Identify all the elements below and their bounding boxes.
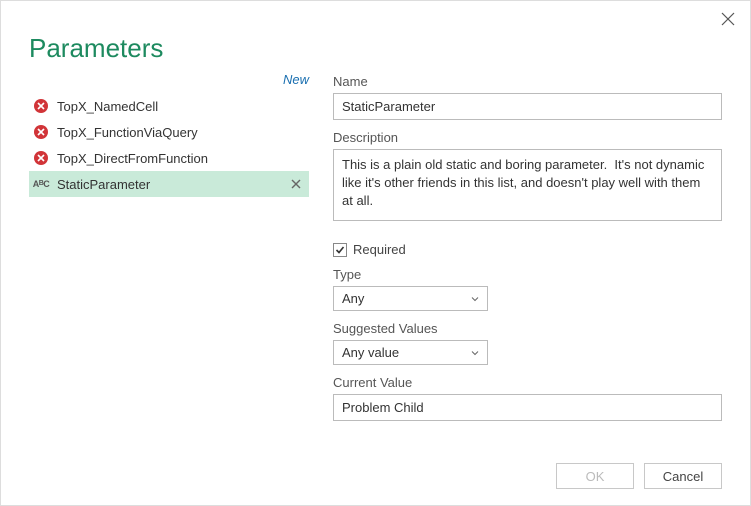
parameters-dialog: Parameters New TopX_NamedCell TopX_Funct… — [0, 0, 751, 506]
dialog-title: Parameters — [29, 33, 722, 64]
type-dropdown[interactable]: Any — [333, 286, 488, 311]
description-input[interactable] — [333, 149, 722, 221]
list-item[interactable]: TopX_NamedCell — [29, 93, 309, 119]
parameter-label: StaticParameter — [57, 177, 281, 192]
dialog-footer: OK Cancel — [556, 463, 722, 489]
parameter-list-panel: New TopX_NamedCell TopX_FunctionViaQuery — [29, 72, 309, 421]
suggested-values-label: Suggested Values — [333, 321, 722, 336]
close-icon[interactable] — [720, 11, 736, 30]
new-parameter-link[interactable]: New — [29, 72, 309, 87]
delete-icon[interactable] — [289, 177, 303, 191]
list-item[interactable]: TopX_DirectFromFunction — [29, 145, 309, 171]
list-item[interactable]: ABC StaticParameter — [29, 171, 309, 197]
parameter-list: TopX_NamedCell TopX_FunctionViaQuery Top… — [29, 93, 309, 197]
list-item[interactable]: TopX_FunctionViaQuery — [29, 119, 309, 145]
current-value-label: Current Value — [333, 375, 722, 390]
type-label: Type — [333, 267, 722, 282]
required-label: Required — [353, 242, 406, 257]
chevron-down-icon — [471, 295, 479, 303]
parameter-label: TopX_DirectFromFunction — [57, 151, 281, 166]
error-icon — [33, 150, 49, 166]
ok-button[interactable]: OK — [556, 463, 634, 489]
error-icon — [33, 98, 49, 114]
text-type-icon: ABC — [33, 176, 49, 192]
parameter-label: TopX_FunctionViaQuery — [57, 125, 281, 140]
chevron-down-icon — [471, 349, 479, 357]
error-icon — [33, 124, 49, 140]
cancel-button[interactable]: Cancel — [644, 463, 722, 489]
required-checkbox[interactable] — [333, 243, 347, 257]
current-value-input[interactable] — [333, 394, 722, 421]
suggested-values-dropdown[interactable]: Any value — [333, 340, 488, 365]
suggested-value: Any value — [342, 345, 399, 360]
name-input[interactable] — [333, 93, 722, 120]
name-label: Name — [333, 74, 722, 89]
type-value: Any — [342, 291, 364, 306]
description-label: Description — [333, 130, 722, 145]
parameter-form: Name Description Required Type Any Sugge… — [333, 72, 722, 421]
parameter-label: TopX_NamedCell — [57, 99, 281, 114]
